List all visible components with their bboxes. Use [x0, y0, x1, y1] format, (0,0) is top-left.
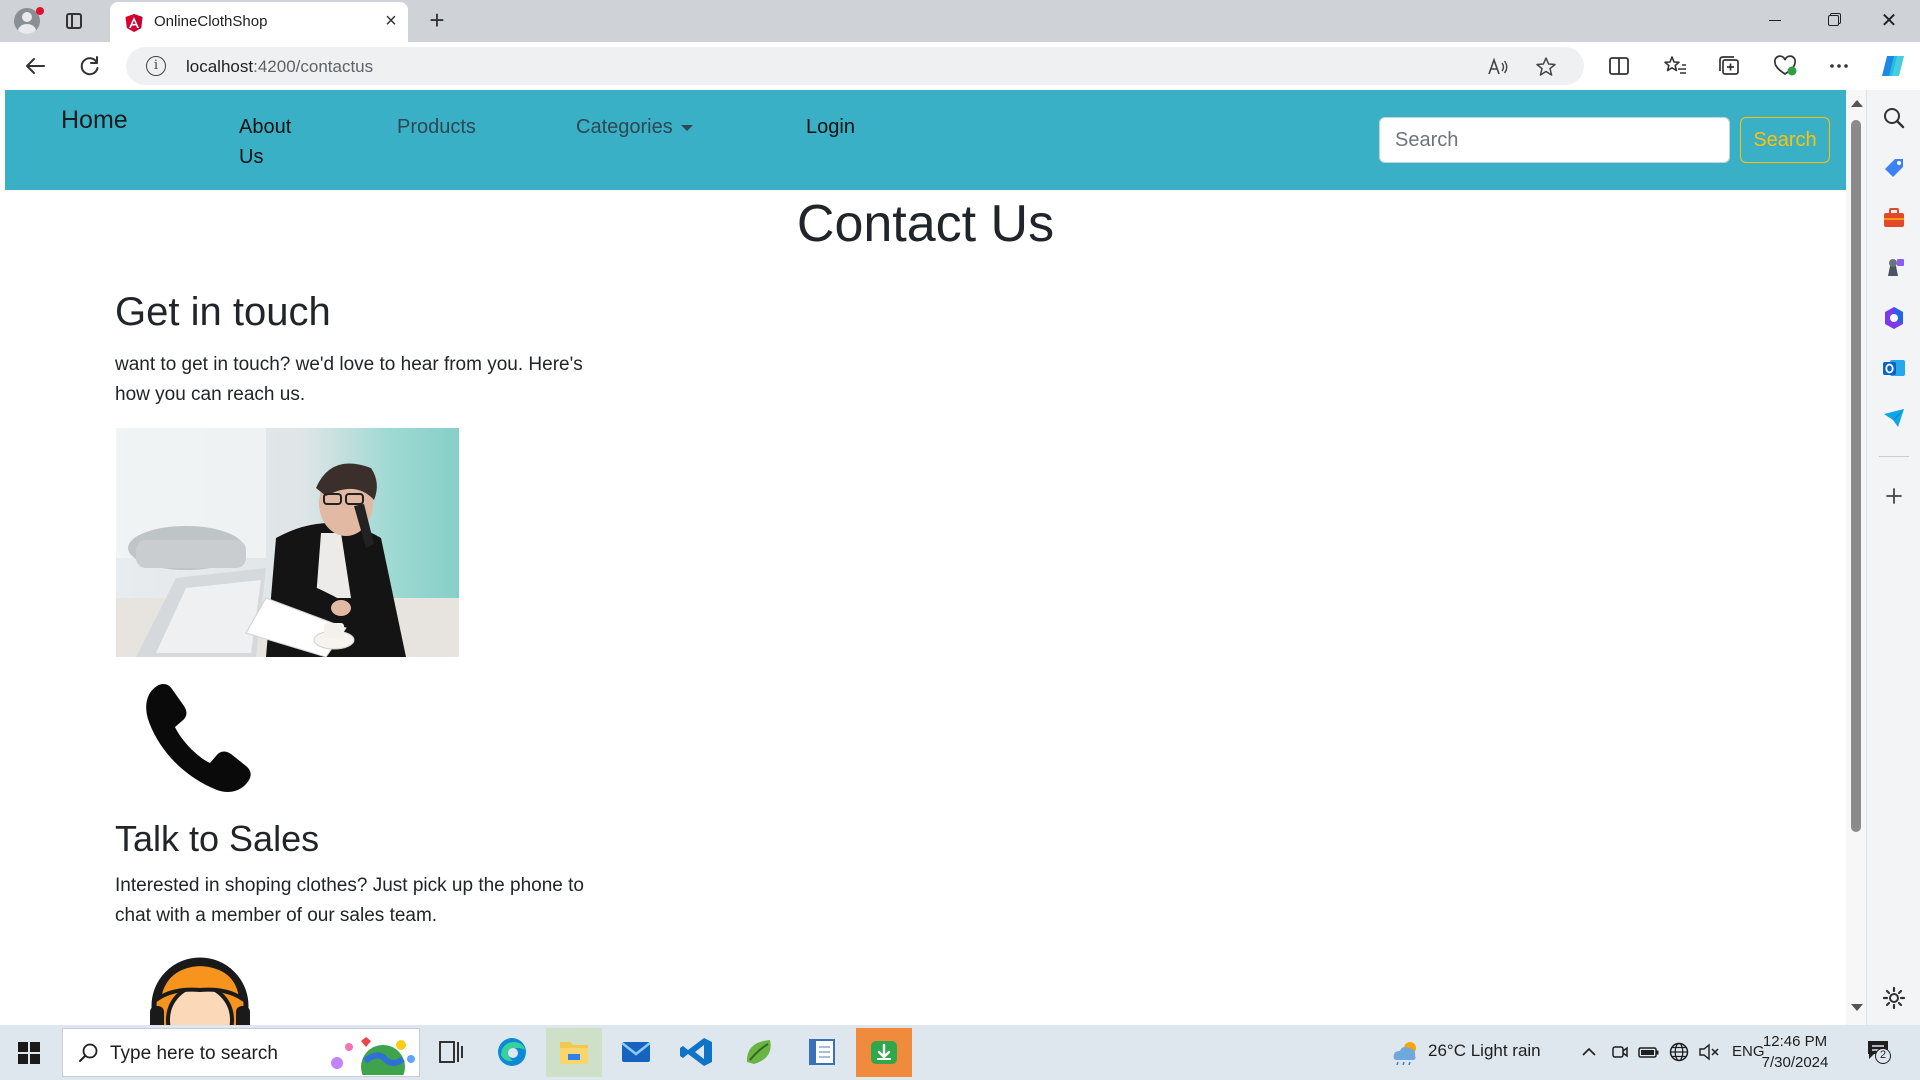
profile-notification-dot: [36, 7, 44, 15]
chevron-up-icon[interactable]: [1580, 1043, 1598, 1061]
site-info-icon[interactable]: i: [146, 56, 166, 76]
scroll-up-arrow[interactable]: [1851, 100, 1863, 107]
microsoft365-icon[interactable]: [1880, 304, 1908, 332]
tools-icon[interactable]: [1880, 204, 1908, 232]
clock-time: 12:46 PM: [1762, 1033, 1828, 1050]
tab-actions-icon[interactable]: [64, 10, 86, 32]
network-globe-icon[interactable]: [1668, 1041, 1690, 1063]
page-viewport: Home About Us Products Categories Login …: [5, 90, 1846, 1025]
task-view-icon[interactable]: [422, 1028, 478, 1077]
page-scrollbar[interactable]: [1846, 90, 1866, 1025]
installer-icon[interactable]: [856, 1028, 912, 1077]
scroll-down-arrow[interactable]: [1851, 1004, 1863, 1011]
phone-icon: [146, 684, 251, 792]
notification-count-badge: 2: [1875, 1048, 1891, 1064]
minimize-button[interactable]: [1752, 8, 1798, 34]
games-icon[interactable]: [1880, 254, 1908, 282]
scrollbar-thumb[interactable]: [1851, 120, 1861, 832]
search-highlight-icon: [331, 1037, 415, 1075]
refresh-icon[interactable]: [75, 52, 105, 80]
split-screen-icon[interactable]: [1604, 52, 1634, 80]
get-in-touch-heading: Get in touch: [115, 290, 331, 334]
spring-tools-icon[interactable]: [732, 1028, 788, 1077]
get-in-touch-text: want to get in touch? we'd love to hear …: [115, 354, 583, 405]
page-title: Contact Us: [796, 195, 1055, 253]
nav-link-products[interactable]: Products: [397, 112, 476, 142]
edge-sidebar: [1866, 90, 1920, 1025]
close-window-button[interactable]: ✕: [1866, 8, 1912, 34]
shopping-icon[interactable]: [1880, 154, 1908, 182]
file-explorer-icon[interactable]: [546, 1028, 602, 1077]
notification-center-icon[interactable]: 2: [1866, 1039, 1891, 1064]
tab-title: OnlineClothShop: [154, 13, 268, 30]
clock-date: 7/30/2024: [1761, 1054, 1829, 1071]
settings-icon[interactable]: [1880, 984, 1908, 1012]
search-icon[interactable]: [1880, 104, 1908, 132]
address-bar[interactable]: i localhost:4200/contactus: [126, 47, 1584, 85]
windows-taskbar: Type here to search 26°C Light rain ENG …: [0, 1025, 1920, 1080]
nav-categories-label: Categories: [576, 116, 673, 138]
site-navbar: Home About Us Products Categories Login …: [5, 90, 1846, 190]
taskbar-clock[interactable]: 12:46 PM 7/30/2024: [1750, 1031, 1840, 1073]
windows-start-icon[interactable]: [18, 1042, 40, 1064]
meet-now-icon[interactable]: [1610, 1042, 1630, 1062]
taskbar-search-placeholder: Type here to search: [110, 1043, 278, 1064]
browser-essentials-icon[interactable]: [1770, 52, 1800, 80]
weather-icon[interactable]: [1388, 1039, 1422, 1065]
notepad-icon[interactable]: [794, 1028, 850, 1077]
url-text: localhost:4200/contactus: [186, 57, 374, 76]
battery-icon[interactable]: [1638, 1042, 1660, 1062]
back-icon[interactable]: [20, 52, 50, 80]
angular-icon: [125, 14, 143, 32]
tab-close-button[interactable]: ×: [380, 10, 402, 32]
chevron-down-icon: [680, 124, 693, 131]
favorite-icon[interactable]: [1534, 55, 1558, 79]
edge-browser-icon[interactable]: [484, 1028, 540, 1077]
favorites-icon[interactable]: [1660, 52, 1690, 80]
browser-toolbar: i localhost:4200/contactus: [0, 42, 1920, 90]
browser-tab[interactable]: OnlineClothShop ×: [110, 2, 408, 42]
read-aloud-icon[interactable]: [1486, 55, 1510, 79]
restore-button[interactable]: [1810, 8, 1856, 34]
search-button[interactable]: Search: [1740, 117, 1830, 163]
support-agent-icon: [150, 957, 250, 1025]
talk-to-sales-text: Interested in shoping clothes? Just pick…: [115, 875, 584, 926]
search-input[interactable]: [1379, 117, 1730, 163]
new-tab-button[interactable]: +: [424, 7, 450, 34]
copilot-icon[interactable]: [1878, 52, 1908, 80]
browser-tab-strip: OnlineClothShop × + ✕: [0, 0, 1920, 42]
volume-muted-icon[interactable]: [1698, 1042, 1720, 1062]
search-icon: [79, 1043, 98, 1062]
outlook-icon[interactable]: [1880, 354, 1908, 382]
collections-icon[interactable]: [1714, 52, 1744, 80]
nav-brand-home[interactable]: Home: [61, 106, 128, 135]
mail-icon[interactable]: [608, 1028, 664, 1077]
more-icon[interactable]: [1824, 52, 1854, 80]
vscode-icon[interactable]: [670, 1028, 726, 1077]
weather-text[interactable]: 26°C Light rain: [1428, 1041, 1541, 1061]
nav-dropdown-categories[interactable]: Categories: [576, 112, 693, 142]
nav-link-about-us[interactable]: About Us: [239, 112, 309, 172]
drop-icon[interactable]: [1880, 404, 1908, 432]
sidebar-divider: [1879, 456, 1909, 457]
taskbar-search-box[interactable]: Type here to search: [62, 1028, 420, 1077]
nav-link-login[interactable]: Login: [806, 112, 855, 142]
add-icon[interactable]: [1880, 482, 1908, 510]
talk-to-sales-heading: Talk to Sales: [115, 818, 320, 859]
contact-photo: [116, 428, 459, 657]
